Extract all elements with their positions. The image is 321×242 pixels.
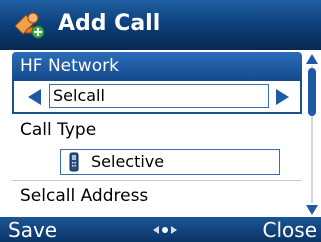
hf-network-row[interactable]: HF Network bbox=[12, 52, 302, 81]
save-softkey[interactable]: Save bbox=[8, 218, 57, 242]
scrollbar-thumb[interactable] bbox=[308, 68, 316, 116]
call-type-label: Call Type bbox=[20, 120, 97, 140]
title-bar: Add Call bbox=[0, 0, 321, 50]
close-softkey[interactable]: Close bbox=[263, 218, 317, 242]
dpad-icon bbox=[153, 226, 177, 234]
handset-icon bbox=[69, 152, 79, 172]
add-call-screen: Add Call HF Network Selcall Call Type Se… bbox=[0, 0, 321, 242]
arrow-left-icon[interactable] bbox=[28, 89, 41, 105]
divider bbox=[12, 180, 302, 181]
softkey-bar: Save Close bbox=[0, 217, 321, 242]
selcall-address-label[interactable]: Selcall Address bbox=[20, 184, 148, 208]
people-add-icon bbox=[14, 12, 45, 39]
hf-network-label: HF Network bbox=[20, 56, 119, 76]
hf-network-selector[interactable]: Selcall bbox=[12, 81, 302, 114]
page-title: Add Call bbox=[58, 11, 161, 36]
arrow-right-icon[interactable] bbox=[276, 89, 289, 105]
scroll-down-arrow-icon[interactable] bbox=[306, 205, 318, 215]
call-type-field[interactable]: Selective bbox=[60, 149, 280, 175]
hf-network-value[interactable]: Selcall bbox=[49, 84, 269, 108]
scroll-up-arrow-icon[interactable] bbox=[306, 54, 318, 64]
call-type-value: Selective bbox=[91, 152, 165, 171]
